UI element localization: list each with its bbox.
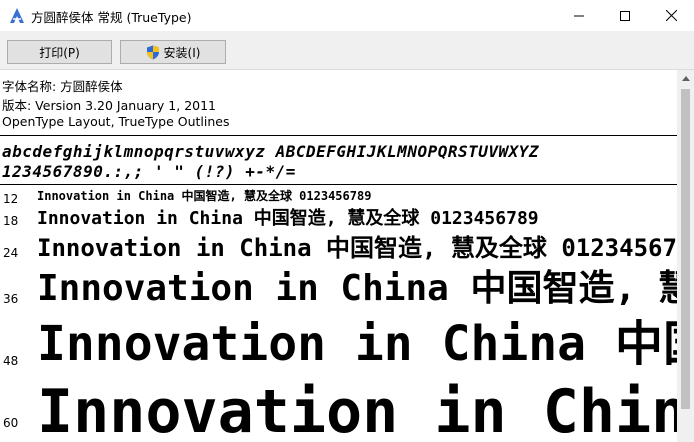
title-bar: 方圆醉侯体 常规 (TrueType)	[0, 0, 694, 31]
sample-text-48: Innovation in China 中国智造, 慧及全球 012345678…	[37, 316, 677, 372]
maximize-icon	[620, 10, 630, 21]
format-line: OpenType Layout, TrueType Outlines	[2, 114, 230, 129]
print-button[interactable]: 打印(P)	[7, 40, 112, 64]
font-app-icon	[10, 8, 24, 23]
scroll-up-button[interactable]	[677, 70, 694, 87]
sample-text-60: Innovation in China 中国智造, 慧及全球 012345678…	[37, 377, 677, 442]
sample-size-label: 12	[3, 192, 19, 206]
sample-text-12: Innovation in China 中国智造, 慧及全球 012345678…	[37, 189, 372, 203]
close-button[interactable]	[648, 0, 694, 31]
install-button-label: 安装(I)	[163, 45, 201, 60]
sample-text-24: Innovation in China 中国智造, 慧及全球 012345678…	[37, 234, 677, 262]
charset-lowercase-uppercase: abcdefghijklmnopqrstuvwxyz ABCDEFGHIJKLM…	[2, 142, 540, 161]
sample-text-36: Innovation in China 中国智造, 慧及全球 012345678…	[37, 268, 677, 309]
sample-size-label: 36	[3, 292, 19, 306]
print-button-label: 打印(P)	[39, 45, 80, 60]
font-preview-area: 字体名称: 方圆醉侯体 版本: Version 3.20 January 1, …	[0, 70, 677, 442]
uac-shield-icon	[146, 45, 159, 59]
chevron-up-icon	[681, 76, 690, 81]
window-title: 方圆醉侯体 常规 (TrueType)	[31, 10, 192, 25]
divider	[0, 184, 677, 185]
charset-digits-symbols: 1234567890.:,; ' " (!?) +-*/=	[2, 162, 296, 181]
toolbar: 打印(P) 安装(I)	[0, 31, 694, 70]
sample-text-18: Innovation in China 中国智造, 慧及全球 012345678…	[37, 208, 539, 229]
close-icon	[665, 10, 677, 21]
sample-size-label: 60	[3, 416, 19, 430]
vertical-scrollbar[interactable]	[677, 70, 694, 442]
divider	[0, 135, 677, 136]
minimize-button[interactable]	[556, 0, 602, 31]
minimize-icon	[574, 15, 584, 16]
scroll-thumb[interactable]	[681, 89, 690, 409]
install-button[interactable]: 安装(I)	[120, 40, 226, 64]
sample-size-label: 18	[3, 214, 19, 228]
sample-size-label: 24	[3, 246, 19, 260]
font-name-line: 字体名称: 方圆醉侯体	[2, 79, 123, 94]
maximize-button[interactable]	[602, 0, 648, 31]
sample-size-label: 48	[3, 354, 19, 368]
version-line: 版本: Version 3.20 January 1, 2011	[2, 98, 217, 113]
